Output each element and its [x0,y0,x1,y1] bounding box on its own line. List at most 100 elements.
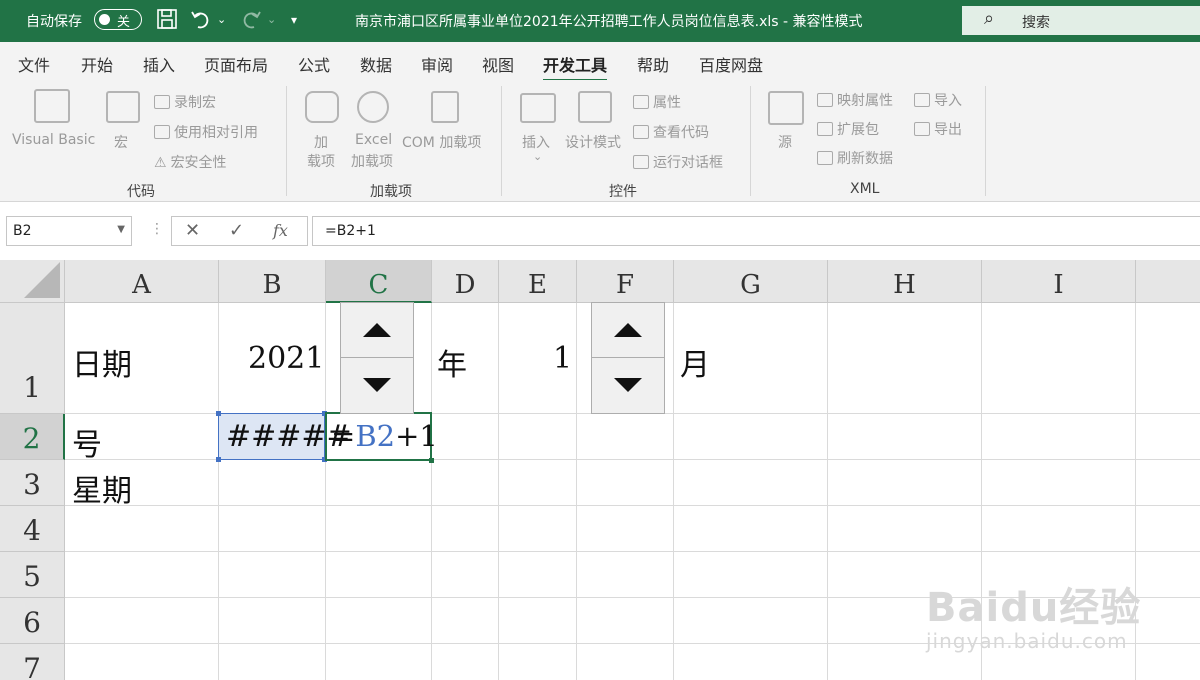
gridline [218,303,219,680]
tab-insert[interactable]: 插入 [143,52,175,76]
tab-formulas[interactable]: 公式 [298,52,330,76]
document-title: 南京市浦口区所属事业单位2021年公开招聘工作人员岗位信息表.xls - 兼容性… [355,14,863,30]
row-header-5[interactable]: 5 [0,552,65,598]
autosave-toggle[interactable]: 关 [94,9,142,30]
year-spin-button[interactable] [340,302,414,414]
column-header-f[interactable]: F [577,260,674,303]
cell-a2[interactable]: 号 [72,420,102,464]
tab-page-layout[interactable]: 页面布局 [204,52,268,76]
title-bar: 自动保存 关 ⌄ ⌄ ▾ 南京市浦口区所属事业单位2021年公开招聘工作人员岗位… [0,0,1200,42]
insert-function-icon[interactable]: fx [273,221,288,240]
column-header-e[interactable]: E [499,260,577,303]
formula-input[interactable]: =B2+1 [312,216,1200,246]
macro-security-button[interactable]: ⚠ 宏安全性 [154,152,227,172]
ribbon: Visual Basic 宏 录制宏 使用相对引用 ⚠ 宏安全性 代码 加 载项 … [0,80,1200,202]
search-box[interactable]: ⌕ 搜索 [962,6,1200,35]
undo-icon[interactable] [190,8,212,37]
month-spin-down[interactable] [592,358,664,413]
autosave-state: 关 [117,15,131,30]
xml-import-button[interactable]: 导入 [914,90,962,110]
group-label-code: 代码 [127,184,155,200]
column-header-c[interactable]: C [326,260,432,303]
cell-c2-formula[interactable]: =B2+1 [331,419,438,453]
tab-data[interactable]: 数据 [360,52,392,76]
month-spin-button[interactable] [591,302,665,414]
redo-dropdown-icon[interactable]: ⌄ [267,8,276,32]
formula-ref-b2: B2 [355,419,396,453]
redo-icon[interactable] [240,8,262,37]
column-header-b[interactable]: B [219,260,326,303]
toggle-knob [99,14,110,25]
xml-export-button[interactable]: 导出 [914,119,962,139]
addins-button-line1[interactable]: 加 [314,132,328,152]
customize-qat-icon[interactable]: ▾ [291,8,297,32]
refresh-data-button[interactable]: 刷新数据 [817,148,893,168]
excel-addins-button-line2[interactable]: 加载项 [351,151,393,171]
row-header-6[interactable]: 6 [0,598,65,644]
formula-rest: +1 [395,419,438,453]
cell-b1[interactable]: 2021 [248,341,324,376]
row-header-1[interactable]: 1 [0,303,65,414]
run-dialog-icon [633,155,649,169]
ref-handle[interactable] [216,411,221,416]
properties-button[interactable]: 属性 [633,92,681,112]
relative-reference-button[interactable]: 使用相对引用 [154,122,258,142]
cell-e1[interactable]: 1 [553,341,572,376]
tab-help[interactable]: 帮助 [637,52,669,76]
tab-review[interactable]: 审阅 [421,52,453,76]
view-code-button[interactable]: 查看代码 [633,122,709,142]
enter-check-icon[interactable]: ✓ [229,220,244,241]
run-dialog-button[interactable]: 运行对话框 [633,152,723,172]
chevron-down-icon[interactable]: ⌄ [533,150,542,163]
tab-home[interactable]: 开始 [81,52,113,76]
cell-g1[interactable]: 月 [680,340,710,384]
gridline [65,551,1200,552]
save-icon[interactable] [156,8,178,37]
column-header-j[interactable] [1136,260,1200,303]
undo-dropdown-icon[interactable]: ⌄ [217,8,226,32]
cancel-icon[interactable]: ✕ [185,220,200,241]
macros-button[interactable]: 宏 [114,132,128,152]
expansion-packs-button[interactable]: 扩展包 [817,119,879,139]
row-header-7[interactable]: 7 [0,644,65,680]
column-header-d[interactable]: D [432,260,499,303]
row-header-3[interactable]: 3 [0,460,65,506]
visual-basic-button[interactable]: Visual Basic [12,132,95,148]
month-spin-up[interactable] [592,303,664,358]
record-macro-button[interactable]: 录制宏 [154,92,216,112]
column-header-h[interactable]: H [828,260,982,303]
insert-control-button[interactable]: 插入 [522,132,550,152]
row-header-4[interactable]: 4 [0,506,65,552]
design-mode-button[interactable]: 设计模式 [565,132,621,152]
fill-handle[interactable] [429,458,434,463]
formula-buttons: ✕ ✓ fx [171,216,308,246]
macro-icon [106,91,140,123]
ref-handle[interactable] [216,457,221,462]
com-addins-button[interactable]: COM 加载项 [402,132,481,152]
column-header-g[interactable]: G [674,260,828,303]
cell-d1[interactable]: 年 [437,340,467,384]
tab-file[interactable]: 文件 [18,52,50,76]
cell-a1[interactable]: 日期 [72,340,132,384]
record-macro-icon [154,95,170,109]
formula-bar-resize-handle[interactable]: ⋮ [150,221,164,237]
addins-icon [305,91,339,123]
tab-baidu-netdisk[interactable]: 百度网盘 [699,52,763,76]
name-box[interactable]: B2 ▼ [6,216,132,246]
select-all-button[interactable] [0,260,65,303]
row-header-2[interactable]: 2 [0,414,65,460]
column-header-i[interactable]: I [982,260,1136,303]
year-spin-up[interactable] [341,303,413,358]
map-properties-button[interactable]: 映射属性 [817,90,893,110]
excel-addins-button-line1[interactable]: Excel [355,132,392,148]
addins-button-line2[interactable]: 载项 [307,151,335,171]
year-spin-down[interactable] [341,358,413,413]
xml-source-button[interactable]: 源 [778,132,792,152]
insert-control-icon [520,93,556,123]
properties-icon [633,95,649,109]
column-header-a[interactable]: A [65,260,219,303]
tab-developer[interactable]: 开发工具 [543,52,608,82]
cell-a3[interactable]: 星期 [72,466,132,510]
chevron-down-icon[interactable]: ▼ [117,224,125,235]
tab-view[interactable]: 视图 [482,52,514,76]
